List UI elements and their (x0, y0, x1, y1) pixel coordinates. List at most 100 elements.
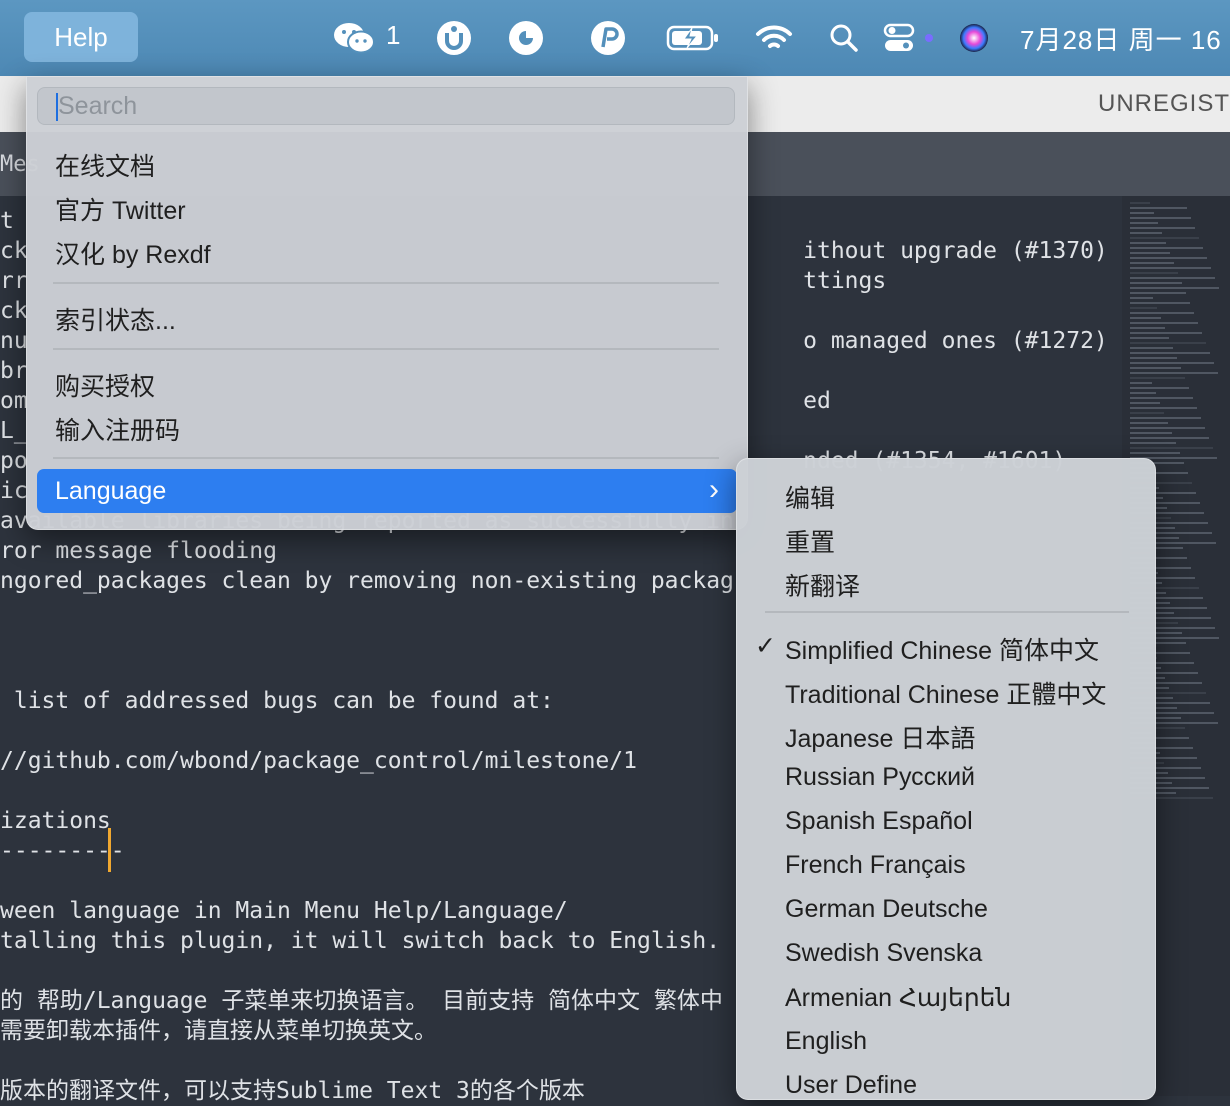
help-menu-button[interactable]: Help (24, 12, 138, 62)
minimap-line (1130, 292, 1186, 294)
minimap-line (1130, 332, 1202, 334)
search-icon[interactable] (824, 14, 864, 62)
minimap-line (1130, 337, 1169, 339)
minimap-line (1130, 342, 1206, 344)
code-line: izations (0, 808, 111, 834)
menu-item-twitter[interactable]: 官方 Twitter (55, 191, 186, 227)
minimap-line (1130, 282, 1182, 284)
language-option-traditional-chinese[interactable]: Traditional Chinese 正體中文 (785, 675, 1106, 711)
minimap-line (1130, 322, 1198, 324)
minimap-line (1130, 277, 1215, 279)
code-line: ck (0, 298, 28, 324)
minimap-line (1130, 217, 1191, 219)
minimap-line (1130, 247, 1203, 249)
language-option-japanese[interactable]: Japanese 日本語 (785, 719, 975, 755)
minimap-line (1130, 432, 1172, 434)
code-line: ror message flooding (0, 538, 277, 564)
language-option-armenian[interactable]: Armenian Հայերեն (785, 983, 1011, 1013)
minimap-line (1130, 202, 1150, 204)
code-line: //github.com/wbond/package_control/miles… (0, 748, 637, 774)
language-label: Language (55, 477, 167, 505)
minimap-line (1130, 417, 1201, 419)
minimap-line (1130, 382, 1152, 384)
unregistered-label: UNREGIST (1097, 90, 1230, 117)
menubar-datetime[interactable]: 7月28日 周一 16 (1020, 20, 1222, 57)
code-line: --------- (0, 838, 125, 864)
submenu-item-edit[interactable]: 编辑 (785, 479, 835, 515)
language-option-russian[interactable]: Russian Русский (785, 763, 975, 792)
language-option-french[interactable]: French Français (785, 851, 966, 880)
minimap-line (1130, 287, 1219, 289)
code-line: L_ (0, 418, 28, 444)
checkmark-icon: ✓ (755, 632, 776, 660)
help-dropdown-menu: Search 在线文档 官方 Twitter 汉化 by Rexdf 索引状态.… (26, 76, 748, 530)
minimap-line (1130, 212, 1154, 214)
code-line: 需要卸载本插件，请直接从菜单切换英文。 (0, 1018, 437, 1044)
minimap-line (1130, 437, 1209, 439)
minimap-line (1130, 257, 1207, 259)
minimap-line (1130, 367, 1181, 369)
minimap-line (1130, 387, 1189, 389)
text-cursor (108, 828, 111, 872)
paypal-icon[interactable] (586, 14, 630, 62)
control-center-icon[interactable] (882, 14, 936, 62)
code-line: br (0, 358, 28, 384)
minimap-line (1130, 397, 1193, 399)
menu-item-index-status[interactable]: 索引状态... (55, 301, 176, 337)
minimap-line (1130, 357, 1177, 359)
code-line: ween language in Main Menu Help/Language… (0, 898, 568, 924)
menu-item-online-docs[interactable]: 在线文档 (55, 147, 155, 183)
language-option-spanish[interactable]: Spanish Español (785, 807, 973, 836)
minimap-line (1130, 427, 1205, 429)
grammarly-icon[interactable] (432, 14, 476, 62)
code-line: 的 帮助/Language 子菜单来切换语言。 目前支持 简体中文 繁体中 (0, 988, 723, 1014)
minimap-line (1130, 312, 1194, 314)
menu-separator (53, 282, 719, 284)
menu-item-localization[interactable]: 汉化 by Rexdf (55, 235, 211, 271)
minimap-line (1130, 262, 1174, 264)
search-caret (56, 93, 58, 121)
menu-separator (53, 457, 719, 459)
code-line: 版本的翻译文件，可以支持Sublime Text 3的各个版本 (0, 1078, 585, 1104)
minimap-line (1130, 302, 1190, 304)
minimap-line (1130, 412, 1164, 414)
wechat-icon[interactable] (332, 14, 376, 62)
code-line: ngored_packages clean by removing non-ex… (0, 568, 734, 594)
minimap-line (1130, 222, 1158, 224)
minimap-line (1130, 237, 1199, 239)
wifi-icon[interactable] (752, 14, 796, 62)
menu-bar: Help 1 7月28日 周一 16 (0, 0, 1230, 76)
code-line: t (0, 208, 14, 234)
minimap-line (1130, 327, 1165, 329)
menu-item-buy-license[interactable]: 购买授权 (55, 367, 155, 403)
submenu-item-reset[interactable]: 重置 (785, 523, 835, 559)
minimap-line (1130, 407, 1197, 409)
menu-search-input[interactable]: Search (37, 87, 735, 125)
menu-item-language[interactable]: Language › (37, 469, 737, 513)
minimap-line (1130, 297, 1153, 299)
submenu-item-new-translation[interactable]: 新翻译 (785, 567, 860, 603)
minimap-line (1130, 252, 1170, 254)
minimap-line (1130, 307, 1157, 309)
code-line: list of addressed bugs can be found at: (0, 688, 554, 714)
wechat-badge-count: 1 (386, 20, 401, 50)
minimap-line (1130, 377, 1185, 379)
language-option-german[interactable]: German Deutsche (785, 895, 988, 924)
minimap-line (1130, 272, 1178, 274)
menu-item-enter-license[interactable]: 输入注册码 (55, 411, 180, 447)
minimap-line (1130, 317, 1161, 319)
code-line: talling this plugin, it will switch back… (0, 928, 721, 954)
minimap-line (1130, 422, 1168, 424)
app-circle-icon[interactable] (504, 14, 548, 62)
chevron-right-icon: › (709, 473, 719, 506)
battery-charging-icon[interactable] (664, 14, 724, 62)
search-placeholder: Search (58, 91, 138, 120)
minimap-line (1130, 362, 1214, 364)
language-submenu: 编辑 重置 新翻译 ✓ Simplified Chinese 简体中文 Trad… (736, 458, 1156, 1100)
language-option-simplified-chinese[interactable]: Simplified Chinese 简体中文 (785, 631, 1099, 667)
code-line: ic (0, 478, 28, 504)
minimap-line (1130, 452, 1180, 454)
language-option-english[interactable]: English (785, 1027, 867, 1056)
language-option-swedish[interactable]: Swedish Svenska (785, 939, 982, 968)
siri-icon[interactable] (956, 14, 992, 62)
